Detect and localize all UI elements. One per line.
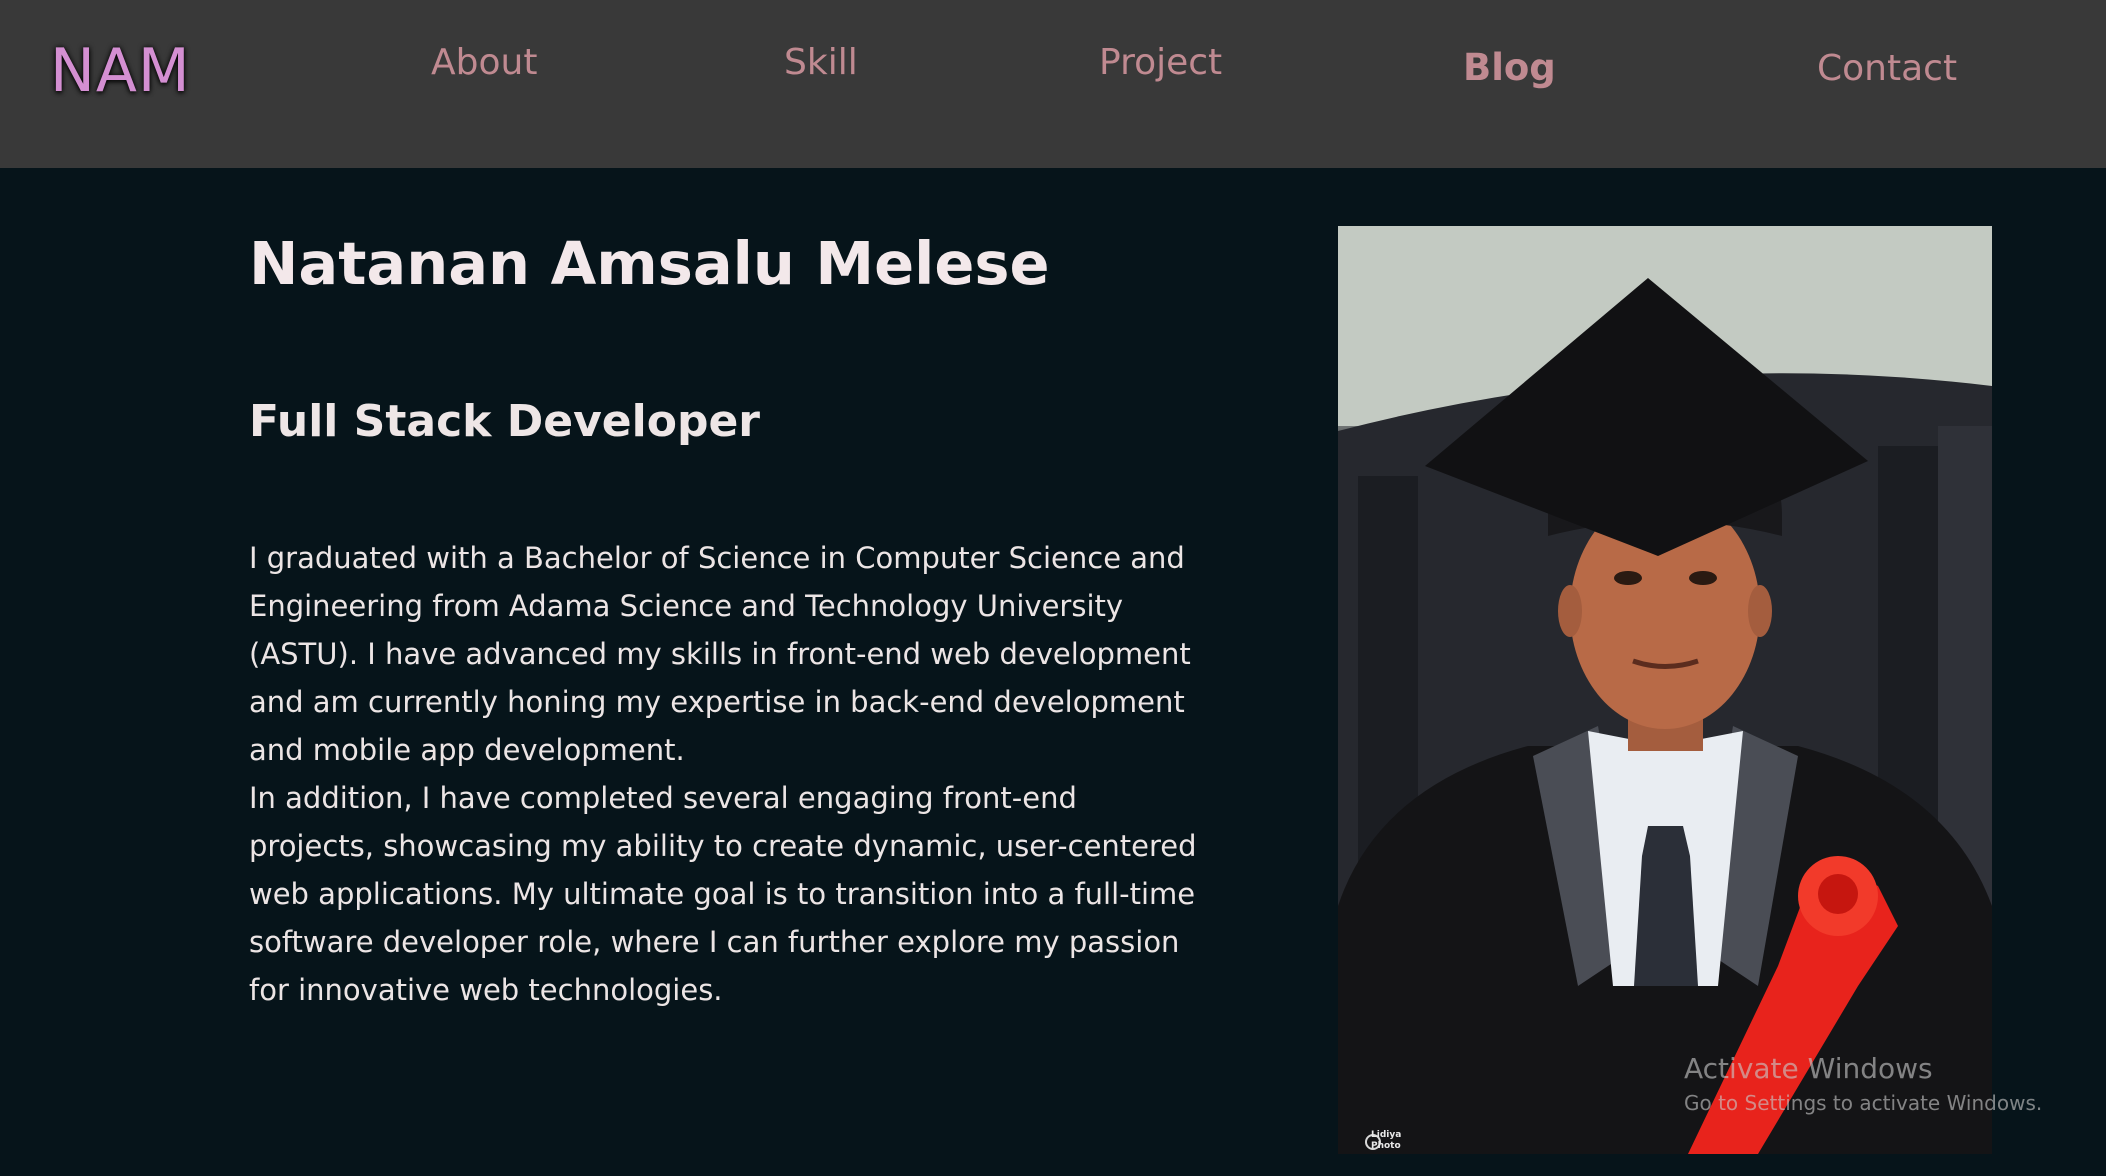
profile-photo	[1338, 226, 1992, 1154]
graduate-portrait-illustration	[1338, 226, 1992, 1154]
nav-link-blog[interactable]: Blog	[1463, 46, 1556, 89]
nav-link-project[interactable]: Project	[1099, 42, 1222, 83]
bio-paragraph-1: I graduated with a Bachelor of Science i…	[249, 541, 1191, 767]
watermark-subtitle: Go to Settings to activate Windows.	[1684, 1091, 2043, 1115]
watermark-title: Activate Windows	[1684, 1052, 1933, 1085]
profile-bio: I graduated with a Bachelor of Science i…	[249, 534, 1209, 1014]
profile-name: Natanan Amsalu Melese	[249, 229, 1050, 298]
site-logo[interactable]: NAM	[50, 36, 191, 106]
nav-link-about[interactable]: About	[431, 42, 537, 83]
windows-activation-watermark: Activate Windows Go to Settings to activ…	[1684, 1052, 2042, 1118]
nav-link-contact[interactable]: Contact	[1817, 48, 1957, 89]
nav-link-skill[interactable]: Skill	[784, 42, 858, 83]
hero-section: Natanan Amsalu Melese Full Stack Develop…	[0, 168, 2106, 1176]
photo-credit: Lidiya Photo	[1371, 1130, 1402, 1151]
profile-role: Full Stack Developer	[249, 396, 760, 447]
top-navbar: NAM About Skill Project Blog Contact	[0, 0, 2106, 168]
bio-paragraph-2: In addition, I have completed several en…	[249, 781, 1197, 1007]
